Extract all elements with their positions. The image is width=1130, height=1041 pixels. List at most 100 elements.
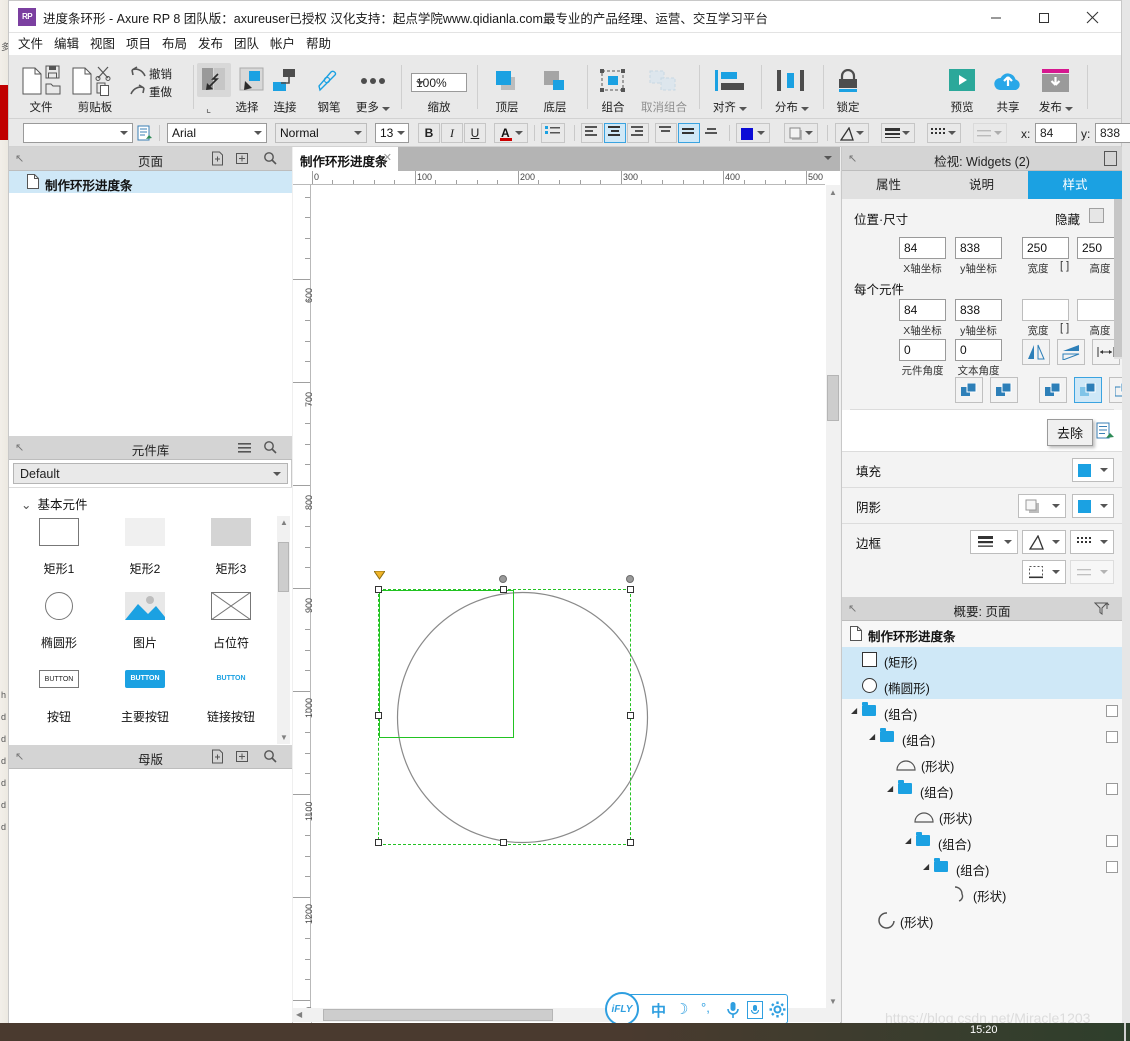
- text-color-button[interactable]: A: [494, 123, 528, 143]
- resize-handle-e[interactable]: [627, 712, 634, 719]
- tree-row-group-3[interactable]: ◢ (组合): [842, 777, 1122, 803]
- valign-top-button[interactable]: [655, 123, 677, 143]
- undo-label[interactable]: 撤销: [149, 66, 172, 82]
- ribbon-group-zoom[interactable]: 100% 缩放: [407, 55, 471, 119]
- library-scrollbar[interactable]: ▲ ▼: [277, 516, 290, 744]
- tree-row-checkbox[interactable]: [1106, 705, 1118, 717]
- search-pages-icon[interactable]: [263, 151, 278, 166]
- italic-button[interactable]: I: [441, 123, 463, 143]
- menu-item-help[interactable]: 帮助: [306, 35, 331, 53]
- text-rotation-input[interactable]: 0: [955, 339, 1002, 361]
- tabbar-overflow-caret-icon[interactable]: [824, 156, 832, 160]
- select-region-icon[interactable]: [201, 67, 227, 93]
- twisty-icon[interactable]: ◢: [905, 836, 911, 845]
- ifly-logo-icon[interactable]: iFLY: [605, 992, 639, 1026]
- ribbon-group-more[interactable]: 更多: [349, 55, 397, 119]
- page-list-item[interactable]: 制作环形进度条: [9, 171, 292, 193]
- tree-row-rect[interactable]: (矩形): [842, 647, 1122, 673]
- border-width-dropdown[interactable]: [970, 530, 1018, 554]
- pen-icon[interactable]: [315, 69, 339, 93]
- ribbon-group-clipboard[interactable]: 剪贴板: [67, 55, 123, 119]
- tree-row-group-5[interactable]: ◢ (组合): [842, 855, 1122, 881]
- resize-handle-nw[interactable]: [375, 586, 382, 593]
- twisty-icon[interactable]: ◢: [869, 732, 875, 741]
- tree-row-checkbox[interactable]: [1106, 861, 1118, 873]
- bullet-list-button[interactable]: [541, 123, 565, 143]
- paste-icon[interactable]: [71, 67, 93, 95]
- bring-to-front-icon[interactable]: [493, 69, 521, 93]
- bold-button[interactable]: B: [418, 123, 440, 143]
- tree-row-group-2[interactable]: ◢ (组合): [842, 725, 1122, 751]
- distribute-icon[interactable]: [777, 69, 805, 93]
- ribbon-group-align[interactable]: 对齐: [703, 55, 757, 119]
- tree-row-ellipse[interactable]: (椭圆形): [842, 673, 1122, 699]
- ribbon-group-publish[interactable]: 发布: [1031, 55, 1081, 119]
- resize-handle-n[interactable]: [500, 586, 507, 593]
- twisty-icon[interactable]: ◢: [851, 706, 857, 715]
- ribbon-group-bring-front[interactable]: 顶层: [483, 55, 531, 119]
- filter-icon[interactable]: [1094, 601, 1110, 616]
- canvas-hscroll-thumb[interactable]: [323, 1009, 553, 1021]
- font-size-select[interactable]: 13: [375, 123, 409, 143]
- tab-style[interactable]: 样式: [1028, 171, 1122, 199]
- close-icon[interactable]: ✕: [383, 151, 392, 164]
- edit-style-preset-icon[interactable]: [1096, 422, 1114, 440]
- library-category-row[interactable]: ⌄ 基本元件: [21, 494, 88, 513]
- border-visibility-dropdown[interactable]: [1022, 560, 1066, 584]
- align-right-widget-button[interactable]: [990, 377, 1018, 403]
- maximize-button[interactable]: [1021, 1, 1067, 32]
- redo-label[interactable]: 重做: [149, 84, 172, 100]
- underline-button[interactable]: U: [464, 123, 486, 143]
- rotation-input[interactable]: 0: [899, 339, 946, 361]
- library-select[interactable]: Default: [13, 463, 288, 484]
- scroll-up-icon[interactable]: ▲: [829, 188, 837, 197]
- line-color-button[interactable]: [835, 123, 869, 143]
- add-folder-icon[interactable]: [235, 151, 250, 166]
- font-style-select[interactable]: Normal: [275, 123, 367, 143]
- resize-handle-s[interactable]: [500, 839, 507, 846]
- tree-row-page[interactable]: 制作环形进度条: [842, 621, 1122, 647]
- flip-horizontal-button[interactable]: [1022, 339, 1050, 365]
- border-style-dropdown[interactable]: [1070, 530, 1114, 554]
- tree-row-group-4[interactable]: ◢ (组合): [842, 829, 1122, 855]
- open-folder-icon[interactable]: [45, 81, 61, 95]
- menu-item-file[interactable]: 文件: [18, 35, 43, 53]
- ribbon-group-preview[interactable]: 预览: [939, 55, 985, 119]
- canvas-tab[interactable]: 制作环形进度条 ✕: [293, 147, 398, 171]
- ribbon-group-pen[interactable]: 钢笔: [309, 55, 349, 119]
- share-cloud-icon[interactable]: [993, 69, 1023, 92]
- group-y-input[interactable]: 838: [955, 237, 1002, 259]
- rotate-handle-corner[interactable]: [626, 575, 634, 583]
- close-button[interactable]: [1069, 1, 1115, 32]
- tree-row-group-1[interactable]: ◢ (组合): [842, 699, 1122, 725]
- library-menu-icon[interactable]: [237, 440, 252, 455]
- search-masters-icon[interactable]: [263, 749, 278, 764]
- rotate-handle-top[interactable]: [499, 575, 507, 583]
- group-icon[interactable]: [599, 69, 627, 93]
- scroll-down-icon[interactable]: ▼: [829, 997, 837, 1006]
- tree-row-shape-1[interactable]: (形状): [842, 751, 1122, 777]
- group-x-input[interactable]: 84: [899, 237, 946, 259]
- scroll-left-icon[interactable]: ◀: [296, 1010, 302, 1019]
- search-library-icon[interactable]: [263, 440, 278, 455]
- canvas-vscroll-thumb[interactable]: [827, 375, 839, 421]
- ime-moon-icon[interactable]: ☽: [675, 1000, 688, 1018]
- menu-item-project[interactable]: 项目: [126, 35, 151, 53]
- border-color-dropdown[interactable]: [1022, 530, 1066, 554]
- microphone-icon[interactable]: [725, 1001, 741, 1019]
- connector-icon[interactable]: [271, 69, 299, 93]
- canvas-vertical-scrollbar[interactable]: ▲ ▼: [826, 185, 840, 1009]
- link-ratio-icon-2[interactable]: [ ]: [1060, 322, 1069, 334]
- library-scroll-thumb[interactable]: [278, 542, 289, 592]
- ribbon-group-file[interactable]: 文件: [15, 55, 67, 119]
- tab-notes[interactable]: 说明: [935, 171, 1028, 199]
- scroll-down-icon[interactable]: ▼: [280, 733, 288, 742]
- copy-icon[interactable]: [96, 82, 111, 96]
- add-master-icon[interactable]: [211, 749, 226, 764]
- order-button-1[interactable]: [1039, 377, 1067, 403]
- font-family-select[interactable]: Arial: [167, 123, 267, 143]
- more-dots-icon[interactable]: [359, 77, 387, 85]
- ime-punctuation-button[interactable]: °,: [701, 1000, 710, 1015]
- redo-arrow-icon[interactable]: [129, 83, 147, 97]
- tree-row-shape-2[interactable]: (形状): [842, 803, 1122, 829]
